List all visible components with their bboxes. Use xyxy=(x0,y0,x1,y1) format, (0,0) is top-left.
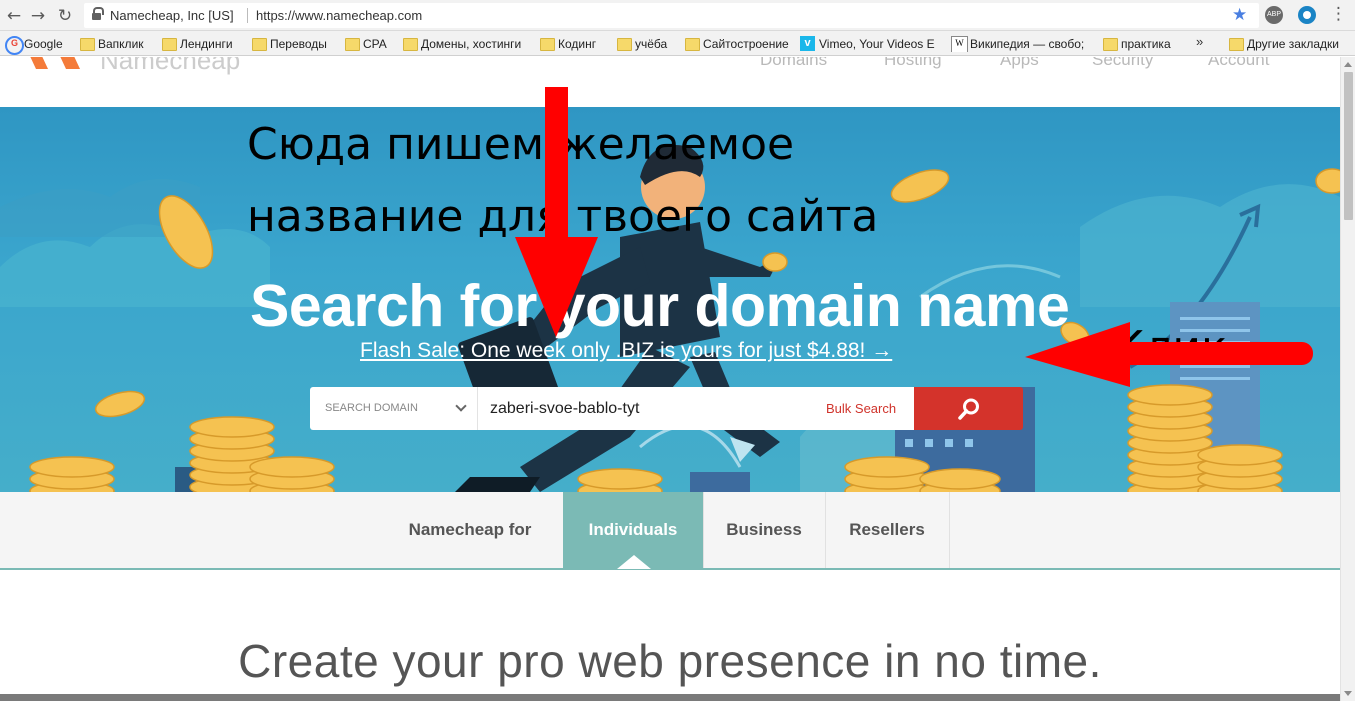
next-section-edge xyxy=(0,694,1340,701)
lock-icon xyxy=(92,7,104,21)
bookmark-star-icon[interactable]: ★ xyxy=(1232,5,1247,25)
scroll-thumb[interactable] xyxy=(1344,72,1353,220)
bookmark-folder-domains[interactable]: Домены, хостинги xyxy=(401,36,521,52)
site-identity[interactable]: Namecheap, Inc [US] xyxy=(110,8,234,23)
tabs-prefix-label: Namecheap for xyxy=(408,520,532,539)
bookmark-wikipedia[interactable]: Википедия — свобо; xyxy=(950,36,1090,52)
bookmark-folder-sitebuilding[interactable]: Сайтостроение xyxy=(683,36,789,52)
url-text[interactable]: https://www.namecheap.com xyxy=(256,8,422,23)
bookmark-folder-coding[interactable]: Кодинг xyxy=(538,36,596,52)
page-viewport: Namecheap Domains Hosting Apps Security … xyxy=(0,57,1340,701)
bookmarks-bar: Google Вапклик Лендинги Переводы CPA Дом… xyxy=(0,31,1355,56)
adblock-extension-icon[interactable]: ABP xyxy=(1265,6,1283,24)
browser-toolbar: ← → ↻ Namecheap, Inc [US] https://www.na… xyxy=(0,0,1355,31)
tab-business[interactable]: Business xyxy=(703,492,825,568)
browser-menu-icon[interactable]: ⋮ xyxy=(1330,4,1347,24)
bookmark-google[interactable]: Google xyxy=(4,36,63,55)
bookmark-folder-wapclick[interactable]: Вапклик xyxy=(78,36,144,52)
bookmark-folder-study[interactable]: учёба xyxy=(615,36,667,52)
extension-icon[interactable] xyxy=(1298,6,1316,24)
bookmarks-overflow-chevron[interactable]: » xyxy=(1196,34,1203,49)
section-heading: Create your pro web presence in no time. xyxy=(238,635,1102,687)
scroll-down-icon[interactable] xyxy=(1344,691,1352,696)
reload-icon[interactable]: ↻ xyxy=(54,5,76,27)
annotation-arrow-left-icon xyxy=(1025,322,1313,387)
bookmark-vimeo[interactable]: Vimeo, Your Videos E xyxy=(799,36,937,52)
bookmark-folder-cpa[interactable]: CPA xyxy=(343,36,387,52)
tab-resellers[interactable]: Resellers xyxy=(825,492,949,568)
bookmark-folder-translations[interactable]: Переводы xyxy=(250,36,327,52)
annotation-arrow-down-icon xyxy=(515,87,598,337)
active-tab-pointer xyxy=(617,555,651,569)
bookmark-folder-landings[interactable]: Лендинги xyxy=(160,36,233,52)
audience-tabs: Namecheap for Individuals Business Resel… xyxy=(0,492,1340,570)
page-scrollbar[interactable] xyxy=(1340,57,1355,701)
forward-icon[interactable]: → xyxy=(27,5,49,27)
annotation-arrows xyxy=(515,87,1313,387)
address-bar[interactable]: Namecheap, Inc [US] https://www.namechea… xyxy=(84,3,1259,28)
bookmark-folder-practice[interactable]: практика xyxy=(1101,36,1171,52)
omnibox-divider xyxy=(247,8,248,23)
back-icon[interactable]: ← xyxy=(3,5,25,27)
tab-divider xyxy=(949,492,950,568)
scroll-up-icon[interactable] xyxy=(1344,62,1352,67)
bookmark-other[interactable]: Другие закладки xyxy=(1227,36,1339,52)
